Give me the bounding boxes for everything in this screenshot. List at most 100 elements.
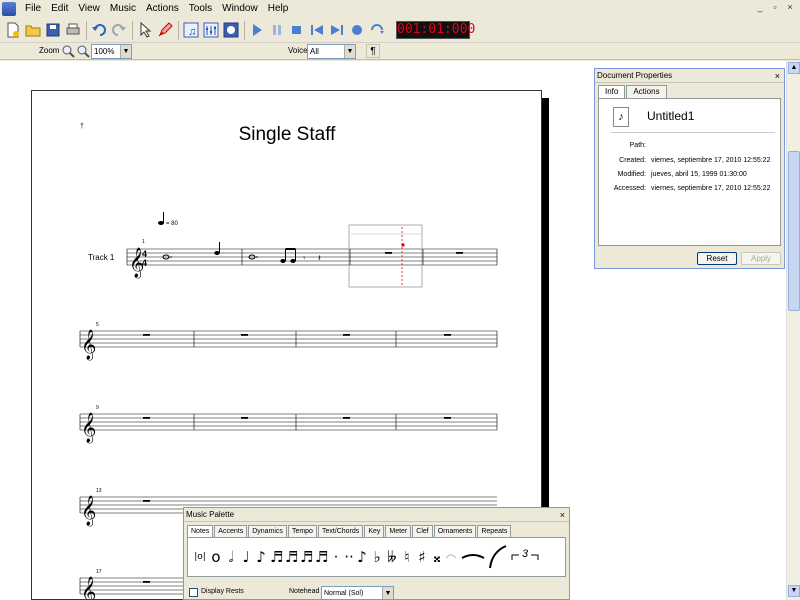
quarter-note-icon[interactable]: ♩ — [240, 546, 252, 568]
field-value: jueves, abril 15, 1999 01:30:00 — [651, 171, 747, 178]
tab-notes[interactable]: Notes — [187, 525, 214, 537]
redo-icon[interactable] — [110, 21, 128, 39]
voice-select[interactable]: All ▼ — [307, 44, 356, 59]
whole-note-icon[interactable]: o — [210, 546, 222, 568]
half-tie-icon[interactable] — [444, 548, 458, 568]
chevron-down-icon[interactable]: ▼ — [344, 45, 355, 58]
tempo-marking[interactable]: = 80 — [158, 212, 179, 227]
app-icon[interactable] — [2, 2, 16, 16]
tab-dynamics[interactable]: Dynamics — [248, 525, 287, 537]
field-label: Modified: — [617, 171, 646, 178]
info-icon[interactable] — [222, 21, 240, 39]
menu-music[interactable]: Music — [105, 0, 141, 18]
loop-icon[interactable] — [368, 21, 386, 39]
open-folder-icon[interactable] — [24, 21, 42, 39]
apply-button[interactable]: Apply — [741, 252, 781, 265]
display-rests-label: Display Rests — [201, 588, 244, 595]
tab-accents[interactable]: Accents — [214, 525, 248, 537]
tab-clef[interactable]: Clef — [412, 525, 433, 537]
flat-icon[interactable]: ♭ — [371, 546, 383, 568]
eighth-note-icon[interactable]: ♪ — [255, 546, 267, 568]
scroll-thumb[interactable] — [788, 151, 800, 311]
close-icon[interactable]: × — [560, 508, 565, 522]
treble-clef-icon: 𝄞 — [81, 576, 96, 600]
close-icon[interactable]: × — [775, 69, 780, 83]
menu-file[interactable]: File — [20, 0, 46, 18]
sixteenth-note-icon[interactable]: ♬ — [270, 546, 283, 568]
menu-actions[interactable]: Actions — [141, 0, 184, 18]
notehead-label: Notehead — [289, 588, 320, 595]
menu-window[interactable]: Window — [217, 0, 263, 18]
staff-system-2[interactable]: 𝄞 5 — [79, 322, 498, 361]
staff-system-1[interactable]: 𝄞 1 4 4 𝄾 𝄽 — [126, 224, 498, 288]
svg-text:♫: ♫ — [188, 26, 196, 38]
undo-icon[interactable] — [90, 21, 108, 39]
thirty-second-note-icon[interactable]: ♬ — [285, 546, 298, 568]
reset-button[interactable]: Reset — [697, 252, 737, 265]
sharp-icon[interactable]: ♯ — [416, 546, 428, 568]
vertical-scrollbar[interactable]: ▲ ▼ — [786, 61, 800, 600]
tempo-text: = 80 — [166, 221, 179, 227]
grace-note-icon[interactable]: ♪ — [356, 546, 368, 568]
half-note-icon[interactable]: 𝅗𝅥 — [225, 546, 237, 568]
display-rests-checkbox[interactable] — [189, 588, 198, 597]
natural-icon[interactable]: ♮ — [401, 546, 413, 568]
scroll-down-icon[interactable]: ▼ — [788, 585, 800, 597]
double-sharp-icon[interactable]: 𝄪 — [431, 546, 443, 568]
time-counter: 001:01:000 — [396, 21, 476, 39]
scroll-up-icon[interactable]: ▲ — [788, 62, 800, 74]
music-palette-panel: Music Palette × Notes Accents Dynamics T… — [183, 507, 570, 600]
tab-actions[interactable]: Actions — [626, 85, 667, 98]
field-label: Accessed: — [613, 185, 646, 192]
pencil-icon[interactable] — [156, 21, 174, 39]
menu-help[interactable]: Help — [263, 0, 294, 18]
zoom-select[interactable]: 100% ▼ — [91, 44, 132, 59]
record-icon[interactable] — [348, 21, 366, 39]
new-document-icon[interactable] — [4, 21, 22, 39]
select-arrow-icon[interactable] — [136, 21, 154, 39]
menu-tools[interactable]: Tools — [184, 0, 217, 18]
menu-view[interactable]: View — [73, 0, 105, 18]
minimize-button[interactable]: _ — [754, 2, 766, 14]
chevron-down-icon[interactable]: ▼ — [120, 45, 131, 58]
tab-info[interactable]: Info — [598, 85, 626, 98]
notehead-select[interactable]: Normal (Sol) ▼ — [321, 586, 394, 599]
tie-icon[interactable] — [460, 548, 486, 568]
rewind-icon[interactable] — [308, 21, 326, 39]
staff-system-3[interactable]: 𝄞 9 — [79, 405, 498, 444]
close-button[interactable]: × — [784, 2, 796, 14]
sixty-fourth-note-icon[interactable]: ♬ — [300, 546, 313, 568]
stop-icon[interactable] — [288, 21, 306, 39]
play-icon[interactable] — [248, 21, 266, 39]
tab-meter[interactable]: Meter — [385, 525, 412, 537]
hundred-twenty-eighth-note-icon[interactable]: ♬ — [315, 546, 328, 568]
tab-repeats[interactable]: Repeats — [477, 525, 512, 537]
chevron-down-icon[interactable]: ▼ — [382, 587, 393, 599]
tab-ornaments[interactable]: Ornaments — [433, 525, 477, 537]
tab-tempo[interactable]: Tempo — [287, 525, 317, 537]
double-whole-note-icon[interactable]: |o| — [192, 546, 208, 568]
print-icon[interactable] — [64, 21, 82, 39]
slur-icon[interactable] — [488, 544, 508, 570]
pause-icon[interactable] — [268, 21, 286, 39]
double-dot-icon[interactable]: ·· — [343, 546, 355, 568]
zoom-out-icon[interactable] — [76, 44, 90, 58]
dot-icon[interactable]: · — [330, 546, 342, 568]
tab-text-chords[interactable]: Text/Chords — [317, 525, 364, 537]
zoom-in-icon[interactable] — [61, 44, 75, 58]
measure-selection[interactable] — [348, 224, 423, 288]
restore-button[interactable]: ▫ — [769, 2, 781, 14]
save-icon[interactable] — [44, 21, 62, 39]
measure-number: 5 — [96, 322, 99, 328]
menu-edit[interactable]: Edit — [46, 0, 73, 18]
panel-title: Music Palette — [184, 508, 569, 522]
mixer-icon[interactable] — [202, 21, 220, 39]
field-label: Path: — [629, 142, 646, 149]
fast-forward-icon[interactable] — [328, 21, 346, 39]
file-name: Untitled1 — [647, 109, 695, 123]
formatting-marks-button[interactable]: ¶ — [366, 44, 380, 58]
measure-number: 1 — [142, 239, 145, 245]
note-entry-icon[interactable]: ♫ — [182, 21, 200, 39]
double-flat-icon[interactable]: 𝄫 — [386, 546, 398, 568]
tab-key[interactable]: Key — [364, 525, 385, 537]
